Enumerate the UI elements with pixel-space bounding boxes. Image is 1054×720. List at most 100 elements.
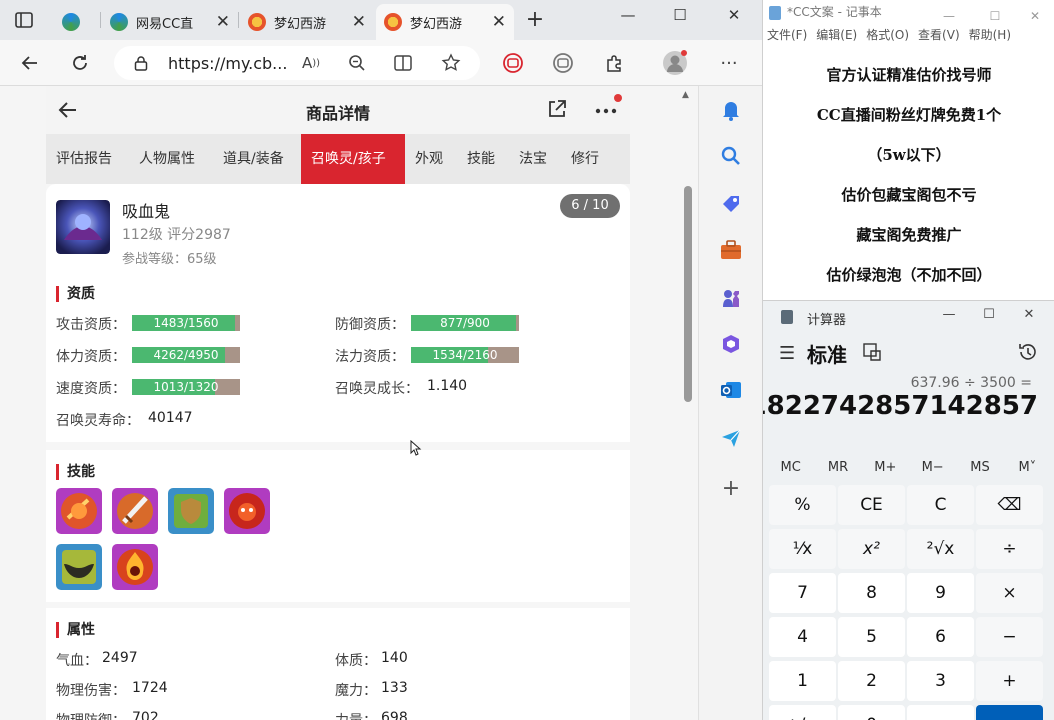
settings-more-icon[interactable]: ··· xyxy=(716,50,742,76)
extension-red-icon[interactable] xyxy=(500,50,526,76)
shield-skill-icon[interactable] xyxy=(168,488,214,534)
calculator-close-button[interactable]: ✕ xyxy=(1019,307,1039,322)
page-scrollbar[interactable] xyxy=(684,186,692,402)
flame-demon-skill-icon[interactable] xyxy=(224,488,270,534)
tab-cultivation[interactable]: 修行 xyxy=(561,134,621,184)
notifications-bell-icon[interactable] xyxy=(719,98,743,122)
subtract-button[interactable]: − xyxy=(976,617,1043,657)
memory-list-button[interactable]: M˅ xyxy=(1004,457,1051,479)
history-icon[interactable] xyxy=(1017,341,1039,363)
tab-netease-cc[interactable]: 网易CC直 ✕ xyxy=(102,4,238,40)
bat-skill-icon[interactable] xyxy=(56,544,102,590)
menu-file[interactable]: 文件(F) xyxy=(767,26,807,44)
calculator-minimize-button[interactable]: — xyxy=(939,307,959,322)
calculator-title: 计算器 xyxy=(807,313,847,328)
divide-button[interactable]: ÷ xyxy=(976,529,1043,569)
menu-view[interactable]: 查看(V) xyxy=(918,26,960,44)
send-paper-plane-icon[interactable] xyxy=(719,426,743,450)
square-root-button[interactable]: ²√x xyxy=(907,529,974,569)
memory-add-button[interactable]: M+ xyxy=(862,457,909,479)
tab-summons[interactable]: 召唤灵/孩子 xyxy=(301,134,405,184)
shopping-tag-icon[interactable] xyxy=(719,192,743,216)
close-icon[interactable]: ✕ xyxy=(492,12,506,32)
memory-recall-button[interactable]: MR xyxy=(814,457,861,479)
digit-9-button[interactable]: 9 xyxy=(907,573,974,613)
tab-actions-button[interactable] xyxy=(8,8,40,32)
share-icon[interactable] xyxy=(546,98,568,120)
keep-on-top-icon[interactable] xyxy=(863,343,881,361)
tab-evaluation[interactable]: 评估报告 xyxy=(46,134,129,184)
digit-1-button[interactable]: 1 xyxy=(769,661,836,701)
scroll-up-arrow[interactable]: ▲ xyxy=(682,90,689,100)
app-header: 商品详情 xyxy=(46,86,630,134)
menu-format[interactable]: 格式(O) xyxy=(866,26,909,44)
notepad-minimize-button[interactable]: — xyxy=(939,4,959,28)
digit-6-button[interactable]: 6 xyxy=(907,617,974,657)
address-input[interactable]: https://my.cb... xyxy=(114,46,480,80)
calculator-maximize-button[interactable]: ☐ xyxy=(979,307,999,322)
reciprocal-button[interactable]: ¹⁄x xyxy=(769,529,836,569)
add-button[interactable]: + xyxy=(976,661,1043,701)
clear-entry-button[interactable]: CE xyxy=(838,485,905,525)
zoom-icon[interactable] xyxy=(344,50,370,76)
menu-edit[interactable]: 编辑(E) xyxy=(816,26,857,44)
favorite-star-icon[interactable] xyxy=(438,50,464,76)
fire-spirit-skill-icon[interactable] xyxy=(112,544,158,590)
hamburger-menu-icon[interactable]: ☰ xyxy=(779,343,795,364)
memory-subtract-button[interactable]: M− xyxy=(909,457,956,479)
square-button[interactable]: x² xyxy=(838,529,905,569)
microsoft-365-icon[interactable] xyxy=(719,332,743,356)
tab-menghuan-2-active[interactable]: 梦幻西游 ✕ xyxy=(376,4,514,40)
extension-gray-icon[interactable] xyxy=(550,50,576,76)
profile-avatar[interactable] xyxy=(662,50,688,76)
page-title: 商品详情 xyxy=(305,104,370,123)
notepad-close-button[interactable]: ✕ xyxy=(1025,4,1045,28)
multiply-button[interactable]: × xyxy=(976,573,1043,613)
back-button[interactable] xyxy=(16,49,44,77)
maximize-button[interactable]: ☐ xyxy=(660,6,700,30)
search-icon[interactable] xyxy=(719,144,743,168)
tab-edge[interactable] xyxy=(54,4,98,40)
pet-pager-badge[interactable]: 6 / 10 xyxy=(560,194,620,218)
refresh-button[interactable] xyxy=(66,49,94,77)
memory-store-button[interactable]: MS xyxy=(956,457,1003,479)
notepad-maximize-button[interactable]: ☐ xyxy=(985,4,1005,28)
tab-appearance[interactable]: 外观 xyxy=(405,134,457,184)
percent-button[interactable]: % xyxy=(769,485,836,525)
decimal-button[interactable]: . xyxy=(907,705,974,720)
read-aloud-icon[interactable]: A)) xyxy=(298,50,324,76)
tools-briefcase-icon[interactable] xyxy=(719,238,743,262)
new-tab-button[interactable]: + xyxy=(522,8,548,34)
close-icon[interactable]: ✕ xyxy=(216,12,230,32)
digit-3-button[interactable]: 3 xyxy=(907,661,974,701)
negate-button[interactable]: +/− xyxy=(769,705,836,720)
tab-treasure[interactable]: 法宝 xyxy=(509,134,561,184)
attack-aptitude-bar: 1483/1560 xyxy=(132,315,240,331)
clear-button[interactable]: C xyxy=(907,485,974,525)
memory-clear-button[interactable]: MC xyxy=(767,457,814,479)
digit-7-button[interactable]: 7 xyxy=(769,573,836,613)
close-icon[interactable]: ✕ xyxy=(352,12,366,32)
split-screen-icon[interactable] xyxy=(390,50,416,76)
tab-equipment[interactable]: 道具/装备 xyxy=(213,134,301,184)
digit-8-button[interactable]: 8 xyxy=(838,573,905,613)
games-chess-icon[interactable] xyxy=(719,286,743,310)
backspace-button[interactable]: ⌫ xyxy=(976,485,1043,525)
minimize-button[interactable]: — xyxy=(608,6,648,30)
menu-help[interactable]: 帮助(H) xyxy=(969,26,1011,44)
tab-skills[interactable]: 技能 xyxy=(457,134,509,184)
hp-value: 2497 xyxy=(102,650,138,666)
digit-4-button[interactable]: 4 xyxy=(769,617,836,657)
tab-menghuan-1[interactable]: 梦幻西游 ✕ xyxy=(240,4,374,40)
equals-button[interactable]: = xyxy=(976,705,1043,720)
sword-strike-skill-icon[interactable] xyxy=(112,488,158,534)
add-sidebar-app-icon[interactable]: + xyxy=(719,476,743,501)
close-window-button[interactable]: ✕ xyxy=(714,6,754,30)
digit-5-button[interactable]: 5 xyxy=(838,617,905,657)
outlook-icon[interactable] xyxy=(719,378,743,402)
fire-slash-skill-icon[interactable] xyxy=(56,488,102,534)
extensions-puzzle-icon[interactable] xyxy=(602,50,628,76)
tab-character[interactable]: 人物属性 xyxy=(129,134,213,184)
digit-2-button[interactable]: 2 xyxy=(838,661,905,701)
digit-0-button[interactable]: 0 xyxy=(838,705,905,720)
